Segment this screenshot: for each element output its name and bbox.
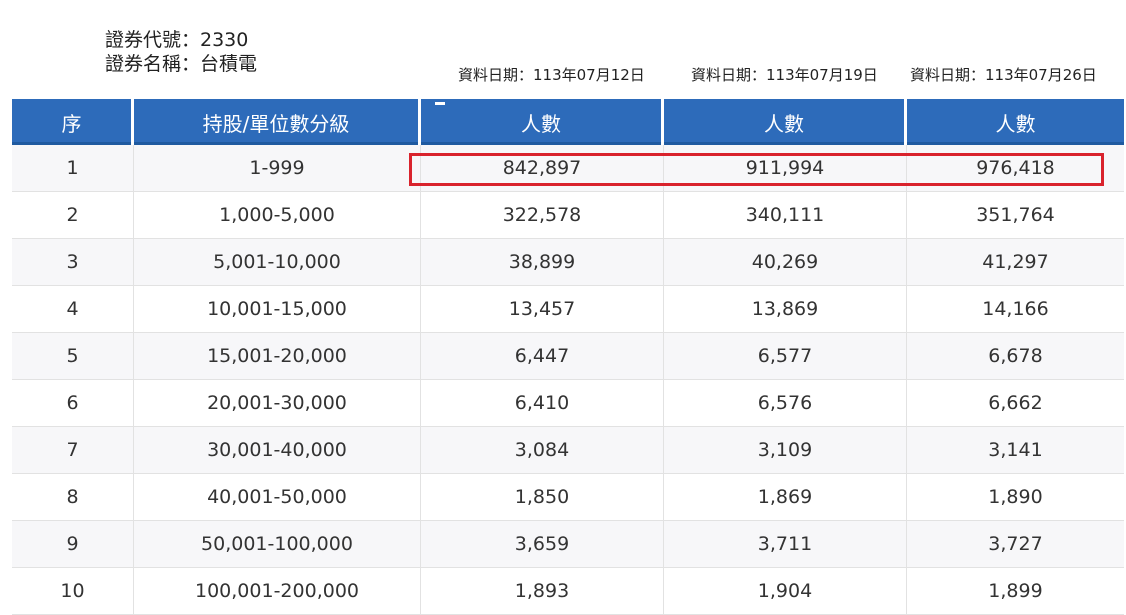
cell-seq: 1 [12,145,134,191]
cell-count-3: 41,297 [982,251,1049,273]
cell-seq: 9 [12,521,134,567]
table-row: 1 1-999 842,897 911,994 976,418 [12,145,1124,192]
header-count-1: 人數 [421,99,664,145]
cell-seq: 10 [12,568,134,614]
shareholding-distribution-page: 證券代號：2330 證券名稱：台積電 資料日期：113年07月12日 資料日期：… [0,0,1126,615]
table-row: 2 1,000-5,000 322,578 340,111 351,764 [12,192,1124,239]
security-name: 證券名稱：台積電 [105,53,258,75]
cell-range: 100,001-200,000 [134,568,421,614]
table-row: 8 40,001-50,000 1,850 1,869 1,890 [12,474,1124,521]
header-count-2: 人數 [664,99,907,145]
cell-count-1: 3,084 [421,427,664,473]
security-code: 證券代號：2330 [105,29,249,51]
cell-range: 50,001-100,000 [134,521,421,567]
cell-count-3: 6,678 [988,345,1043,367]
cell-range: 30,001-40,000 [134,427,421,473]
cell-seq: 4 [12,286,134,332]
cell-count-1: 322,578 [421,192,664,238]
cell-count-2: 911,994 [664,145,907,191]
cell-count-2: 1,904 [664,568,907,614]
table-header-row: 序 持股/單位數分級 人數 人數 人數 [12,99,1124,145]
cell-seq: 7 [12,427,134,473]
table-row: 4 10,001-15,000 13,457 13,869 14,166 [12,286,1124,333]
header-range: 持股/單位數分級 [134,99,421,145]
cell-count-1: 842,897 [421,145,664,191]
cell-range: 1-999 [134,145,421,191]
cell-range: 20,001-30,000 [134,380,421,426]
cell-count-1: 13,457 [421,286,664,332]
cell-seq: 2 [12,192,134,238]
cell-count-3: 1,899 [988,580,1043,602]
table-row: 7 30,001-40,000 3,084 3,109 3,141 [12,427,1124,474]
cell-count-1: 6,410 [421,380,664,426]
cell-count-1: 1,850 [421,474,664,520]
table-row: 6 20,001-30,000 6,410 6,576 6,662 [12,380,1124,427]
cell-count-3: 1,890 [988,486,1043,508]
cell-range: 10,001-15,000 [134,286,421,332]
cell-count-1: 6,447 [421,333,664,379]
cell-count-2: 3,109 [664,427,907,473]
cell-count-1: 38,899 [421,239,664,285]
cell-count-3: 6,662 [988,392,1043,414]
cell-count-3: 14,166 [982,298,1049,320]
cell-count-3: 976,418 [976,157,1055,179]
cell-range: 1,000-5,000 [134,192,421,238]
cell-seq: 6 [12,380,134,426]
data-date-2: 資料日期：113年07月19日 [691,66,878,84]
cell-count-3: 3,141 [988,439,1043,461]
cell-seq: 5 [12,333,134,379]
header-seq: 序 [12,99,134,145]
cell-count-2: 1,869 [664,474,907,520]
cell-count-2: 13,869 [664,286,907,332]
cell-count-1: 3,659 [421,521,664,567]
cell-seq: 8 [12,474,134,520]
data-date-3: 資料日期：113年07月26日 [910,66,1097,84]
shareholding-table: 序 持股/單位數分級 人數 人數 人數 1 1-999 842,897 911,… [12,99,1124,615]
cell-count-2: 6,577 [664,333,907,379]
cell-range: 40,001-50,000 [134,474,421,520]
cell-count-1: 1,893 [421,568,664,614]
cell-count-2: 6,576 [664,380,907,426]
table-row: 10 100,001-200,000 1,893 1,904 1,899 [12,568,1124,615]
cell-count-3: 351,764 [976,204,1055,226]
cell-count-3: 3,727 [988,533,1043,555]
table-row: 5 15,001-20,000 6,447 6,577 6,678 [12,333,1124,380]
cell-seq: 3 [12,239,134,285]
header-count-3: 人數 [907,99,1124,145]
data-date-1: 資料日期：113年07月12日 [458,66,645,84]
table-row: 9 50,001-100,000 3,659 3,711 3,727 [12,521,1124,568]
table-row: 3 5,001-10,000 38,899 40,269 41,297 [12,239,1124,286]
security-info: 證券代號：2330 證券名稱：台積電 [105,28,257,76]
cell-count-2: 3,711 [664,521,907,567]
cell-range: 15,001-20,000 [134,333,421,379]
cell-count-2: 340,111 [664,192,907,238]
cell-range: 5,001-10,000 [134,239,421,285]
cell-count-2: 40,269 [664,239,907,285]
